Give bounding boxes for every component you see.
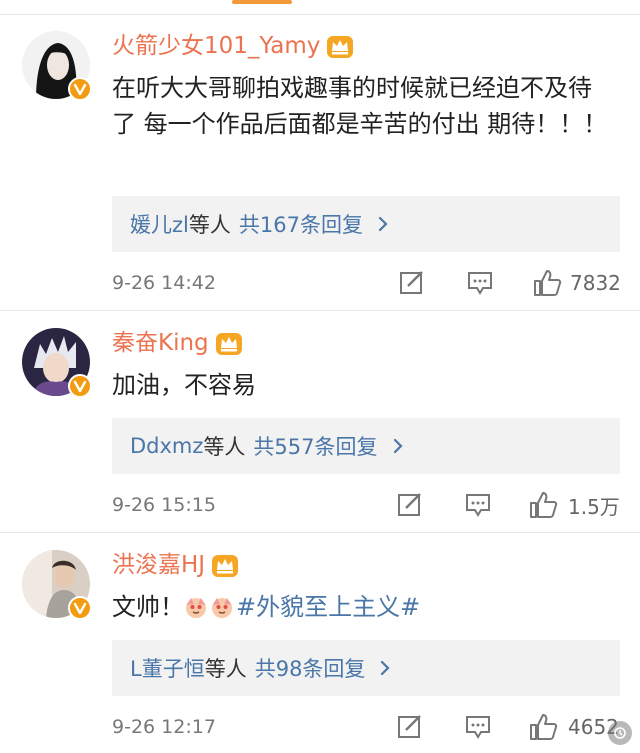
like-icon[interactable] bbox=[528, 713, 558, 741]
chevron-right-icon bbox=[377, 215, 389, 233]
username[interactable]: 洪浚嘉HJ bbox=[112, 548, 239, 582]
watermark bbox=[608, 721, 632, 745]
username-text[interactable]: 洪浚嘉HJ bbox=[112, 548, 205, 582]
username[interactable]: 火箭少女101_Yamy bbox=[112, 29, 354, 63]
username[interactable]: 秦奋King bbox=[112, 326, 243, 360]
timestamp: 9-26 14:42 bbox=[112, 272, 216, 294]
verified-badge-icon bbox=[68, 77, 92, 101]
verified-badge-icon bbox=[68, 596, 92, 620]
username-text[interactable]: 秦奋King bbox=[112, 326, 209, 360]
avatar[interactable] bbox=[22, 550, 92, 620]
edit-icon[interactable] bbox=[396, 492, 424, 518]
replies-box[interactable]: Ddxmz 等人 共557条回复 bbox=[112, 418, 620, 474]
reply-others-label: 等人 bbox=[204, 657, 247, 681]
emoji-icon bbox=[212, 598, 232, 618]
chevron-right-icon bbox=[392, 437, 404, 455]
username-text[interactable]: 火箭少女101_Yamy bbox=[112, 29, 320, 63]
avatar[interactable] bbox=[22, 31, 92, 101]
like-count: 1.5万 bbox=[568, 494, 620, 519]
like-icon[interactable] bbox=[528, 491, 558, 519]
comment-text: 文帅！ #外貌至上主义# bbox=[112, 589, 612, 625]
reply-user[interactable]: 媛儿zl bbox=[130, 209, 189, 239]
edit-icon[interactable] bbox=[396, 714, 424, 740]
verified-badge-icon bbox=[68, 374, 92, 398]
reply-others-label: 等人 bbox=[188, 213, 231, 237]
comment-text: 加油，不容易 bbox=[112, 371, 256, 399]
like-icon[interactable] bbox=[532, 269, 562, 297]
comment-icon[interactable] bbox=[466, 270, 494, 296]
reply-count[interactable]: 共557条回复 bbox=[253, 431, 377, 461]
watermark-icon bbox=[608, 721, 632, 745]
timestamp: 9-26 12:17 bbox=[112, 716, 216, 738]
comment-icon[interactable] bbox=[464, 714, 492, 740]
comment-footer: 9-26 14:42 7832 bbox=[112, 265, 632, 301]
vip-crown-icon bbox=[327, 36, 354, 58]
like-count: 7832 bbox=[570, 271, 621, 295]
reply-user[interactable]: L董子恒 bbox=[130, 653, 205, 683]
vip-crown-icon bbox=[215, 333, 242, 355]
comment-footer: 9-26 12:17 4652 bbox=[112, 709, 632, 745]
comment-item: 火箭少女101_Yamy 在听大大哥聊拍戏趣事的时候就已经迫不及待了 每一个作品… bbox=[0, 15, 640, 311]
divider bbox=[0, 310, 640, 311]
edit-icon[interactable] bbox=[398, 270, 426, 296]
reply-user[interactable]: Ddxmz bbox=[130, 434, 203, 458]
reply-count[interactable]: 共167条回复 bbox=[239, 209, 363, 239]
avatar[interactable] bbox=[22, 328, 92, 398]
timestamp: 9-26 15:15 bbox=[112, 494, 216, 516]
comment-item: 洪浚嘉HJ 文帅！ #外貌至上主义# L董子恒 等人 共98条回复 9-26 12… bbox=[0, 534, 640, 753]
replies-box[interactable]: 媛儿zl 等人 共167条回复 bbox=[112, 196, 620, 252]
chevron-right-icon bbox=[379, 659, 391, 677]
reply-count[interactable]: 共98条回复 bbox=[255, 653, 366, 683]
vip-crown-icon bbox=[212, 555, 239, 577]
active-tab-indicator bbox=[232, 0, 292, 4]
comment-text: 在听大大哥聊拍戏趣事的时候就已经迫不及待了 每一个作品后面都是辛苦的付出 期待！… bbox=[112, 74, 608, 138]
emoji-icon bbox=[186, 598, 206, 618]
reply-others-label: 等人 bbox=[203, 435, 246, 459]
replies-box[interactable]: L董子恒 等人 共98条回复 bbox=[112, 640, 620, 696]
top-tab-bar bbox=[0, 0, 640, 15]
comment-icon[interactable] bbox=[464, 492, 492, 518]
divider bbox=[0, 532, 640, 533]
comment-item: 秦奋King 加油，不容易 Ddxmz 等人 共557条回复 9-26 15:1… bbox=[0, 312, 640, 533]
comment-text-prefix: 文帅！ bbox=[112, 593, 184, 621]
comment-footer: 9-26 15:15 1.5万 bbox=[112, 487, 632, 523]
hashtag-link[interactable]: #外貌至上主义# bbox=[236, 593, 420, 621]
